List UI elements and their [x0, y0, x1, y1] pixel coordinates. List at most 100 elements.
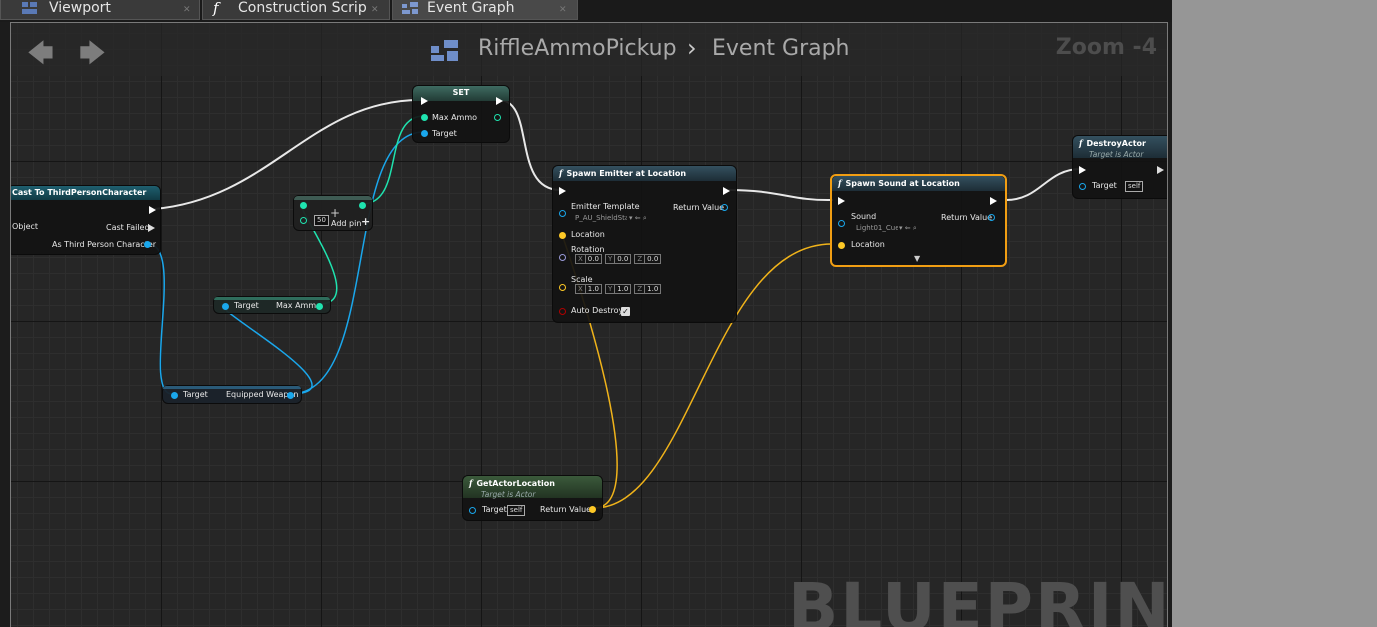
destroy-actor-node[interactable]: f DestroyActor Target is Actor Target sel… [1072, 135, 1167, 199]
breadcrumb-graph: Event Graph [712, 36, 850, 61]
exec-wire [727, 189, 834, 202]
node-subtitle: Target is Actor [481, 490, 536, 499]
zoom-level: Zoom -4 [1055, 35, 1157, 60]
get-equipped-weapon-node[interactable]: Target Equipped Weapon [162, 385, 302, 404]
pin-label-return-value: Return Value [941, 213, 993, 222]
scale-fields[interactable]: X 1.0 Y 1.0 Z 1.0 [575, 284, 664, 294]
back-arrow-icon[interactable]: 🡄 [27, 35, 54, 79]
node-header-bar [214, 297, 330, 300]
expand-arrow-icon[interactable]: ▼ [914, 254, 920, 264]
node-subtitle: Target is Actor [1089, 150, 1144, 159]
exec-out-pin[interactable] [990, 197, 997, 205]
auto-destroy-pin[interactable] [559, 308, 566, 315]
exec-wire [1005, 168, 1082, 201]
max-ammo-out-pin[interactable] [494, 114, 501, 121]
tab-construction-script[interactable]: f Construction Scrip ✕ [202, 0, 390, 20]
add-input-a-pin[interactable] [300, 202, 307, 209]
pin-label-sound: Sound [851, 212, 877, 221]
scale-pin[interactable] [559, 284, 566, 291]
pin-label-max-ammo: Max Ammo [432, 113, 478, 122]
sound-pin[interactable] [838, 220, 845, 227]
target-pin[interactable] [469, 507, 476, 514]
function-icon: f [559, 168, 563, 178]
return-value-pin[interactable] [721, 204, 728, 211]
location-pin[interactable] [838, 242, 845, 249]
node-header: Cast To ThirdPersonCharacter [11, 186, 160, 200]
add-pin-label[interactable]: Add pin [331, 219, 361, 229]
plus-icon: + [330, 206, 341, 220]
breadcrumb-blueprint[interactable]: RiffleAmmoPickup [478, 36, 677, 61]
object-wire [289, 131, 425, 395]
close-icon[interactable]: ✕ [559, 2, 567, 18]
blueprint-watermark: BLUEPRINT [788, 569, 1168, 627]
spawn-sound-node[interactable]: f Spawn Sound at Location Sound Light01_C… [830, 174, 1007, 267]
equipped-weapon-out-pin[interactable] [287, 392, 294, 399]
node-title: Spawn Sound at Location [845, 179, 960, 188]
event-graph-icon [402, 2, 418, 14]
add-node[interactable]: 50 + Add pin + [293, 195, 373, 231]
pin-label-auto-destroy: Auto Destroy [571, 306, 624, 315]
add-output-pin[interactable] [359, 202, 366, 209]
pin-label-location: Location [571, 230, 605, 239]
exec-in-pin[interactable] [559, 187, 566, 195]
target-in-pin[interactable] [222, 303, 229, 310]
emitter-template-pin[interactable] [559, 210, 566, 217]
tab-label: Viewport [49, 0, 111, 16]
target-in-pin[interactable] [421, 130, 428, 137]
max-ammo-out-pin[interactable] [316, 303, 323, 310]
node-title: Spawn Emitter at Location [566, 169, 687, 178]
dropdown-arrow-icon[interactable]: ▾ ⇐ ⌕ [629, 213, 647, 223]
node-title: DestroyActor [1086, 139, 1146, 148]
exec-in-pin[interactable] [421, 97, 428, 105]
forward-arrow-icon[interactable]: 🡆 [79, 35, 106, 79]
target-in-pin[interactable] [171, 392, 178, 399]
emitter-template-dropdown[interactable]: P_AU_ShieldStart [575, 213, 627, 223]
rotation-fields[interactable]: X 0.0 Y 0.0 Z 0.0 [575, 254, 664, 264]
self-field[interactable]: self [507, 505, 526, 516]
node-header-bar [163, 386, 301, 389]
pin-label-object: Object [12, 222, 39, 231]
exec-out-pin[interactable] [723, 187, 730, 195]
node-header: f GetActorLocation Target is Actor [463, 476, 602, 499]
dropdown-arrow-icon[interactable]: ▾ ⇐ ⌕ [899, 223, 917, 233]
close-icon[interactable]: ✕ [183, 2, 191, 18]
self-field[interactable]: self [1125, 181, 1144, 192]
breadcrumb-separator: › [687, 34, 697, 62]
exec-cast-failed-pin[interactable] [148, 224, 155, 232]
tab-viewport[interactable]: Viewport ✕ [0, 0, 200, 20]
function-icon: f [469, 478, 473, 488]
spawn-emitter-node[interactable]: f Spawn Emitter at Location Emitter Templ… [552, 165, 737, 323]
as-character-pin[interactable] [144, 241, 151, 248]
graph-editor[interactable]: 🡄 🡆 RiffleAmmoPickup › Event Graph Zoom … [10, 22, 1168, 627]
exec-in-pin[interactable] [1079, 166, 1086, 174]
add-value-field[interactable]: 50 [314, 215, 329, 226]
get-max-ammo-node[interactable]: Target Max Ammo [213, 296, 331, 314]
close-icon[interactable]: ✕ [371, 2, 379, 18]
target-pin[interactable] [1079, 183, 1086, 190]
node-header-bar [294, 196, 372, 200]
auto-destroy-checkbox[interactable]: ✓ [621, 307, 630, 316]
location-pin[interactable] [559, 232, 566, 239]
exec-in-pin[interactable] [838, 197, 845, 205]
set-node[interactable]: SET Max Ammo Target [412, 85, 510, 143]
pin-label-location: Location [851, 240, 885, 249]
add-pin-plus-icon[interactable]: + [361, 216, 370, 227]
get-actor-location-node[interactable]: f GetActorLocation Target is Actor Target… [462, 475, 603, 521]
pin-label-target: Target [432, 129, 457, 138]
rotation-pin[interactable] [559, 254, 566, 261]
node-header: f DestroyActor Target is Actor [1073, 136, 1167, 159]
return-value-pin[interactable] [589, 506, 596, 513]
function-icon: f [213, 0, 219, 17]
exec-out-pin[interactable] [496, 97, 503, 105]
return-value-pin[interactable] [988, 214, 995, 221]
pin-label-emitter-template: Emitter Template [571, 202, 640, 211]
add-input-b-pin[interactable] [300, 217, 307, 224]
exec-out-pin[interactable] [1157, 166, 1164, 174]
tab-bar: Viewport ✕ f Construction Scrip ✕ Event … [0, 0, 1172, 22]
exec-out-pin[interactable] [149, 206, 156, 214]
cast-node[interactable]: Cast To ThirdPersonCharacter Object Cast… [11, 185, 161, 255]
tab-event-graph[interactable]: Event Graph ✕ [392, 0, 578, 20]
sound-dropdown[interactable]: Light01_Cue [856, 223, 898, 233]
max-ammo-in-pin[interactable] [421, 114, 428, 121]
node-title: SET [452, 88, 470, 97]
